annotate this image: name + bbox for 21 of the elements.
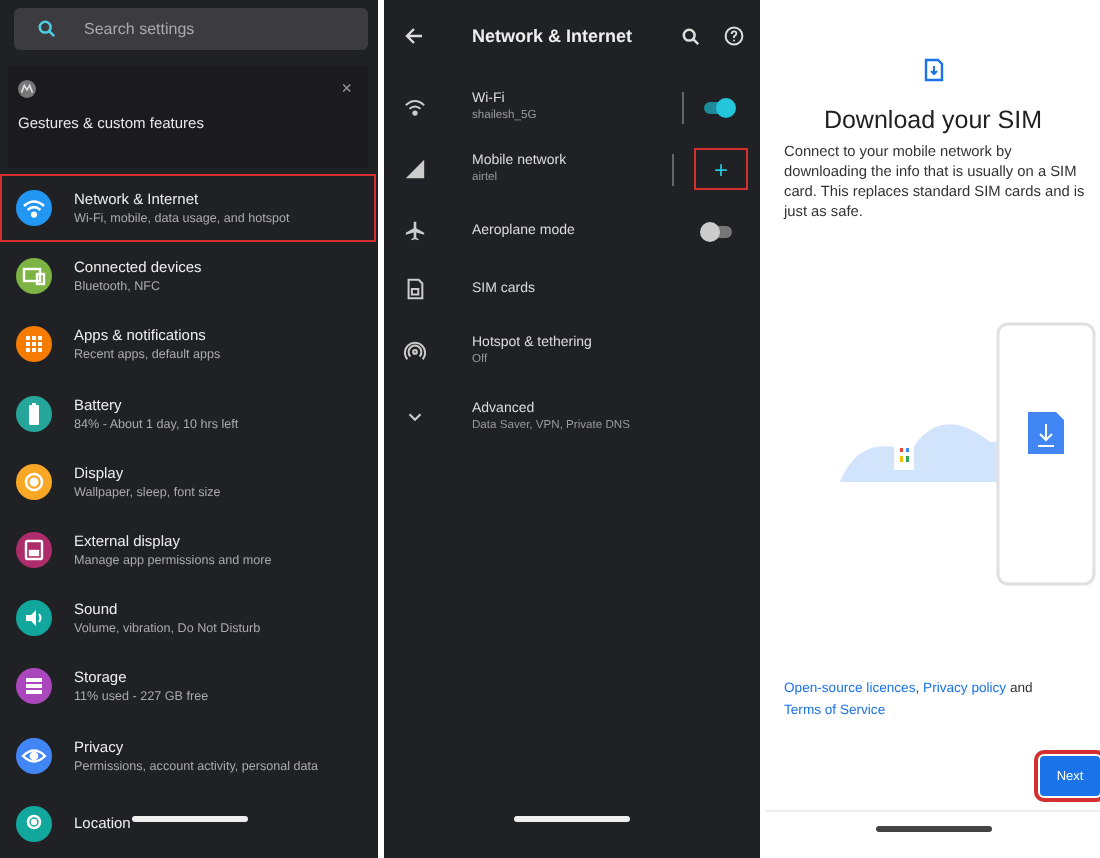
- hotspot-icon: [404, 340, 426, 362]
- sim-download-icon: [923, 58, 943, 82]
- back-arrow-icon[interactable]: [404, 26, 424, 46]
- page-title: Network & Internet: [472, 26, 635, 46]
- close-button[interactable]: ×: [341, 80, 352, 96]
- help-icon[interactable]: [724, 26, 744, 46]
- signal-icon: [404, 158, 426, 180]
- search-icon[interactable]: [682, 27, 700, 45]
- toggle-switch[interactable]: [704, 225, 732, 237]
- search-icon: [38, 20, 56, 38]
- logo-icon: [18, 80, 36, 98]
- toggle-switch[interactable]: [704, 101, 732, 113]
- add-button[interactable]: +: [694, 148, 748, 190]
- plane-icon: [404, 220, 426, 242]
- page-title: Download your SIM: [823, 106, 1043, 134]
- search-field[interactable]: Search settings: [14, 8, 368, 50]
- sim-icon: [404, 278, 426, 300]
- wifi-icon: [404, 96, 426, 118]
- home-bar: [875, 826, 991, 832]
- home-bar: [131, 816, 247, 822]
- home-bar: [514, 816, 630, 822]
